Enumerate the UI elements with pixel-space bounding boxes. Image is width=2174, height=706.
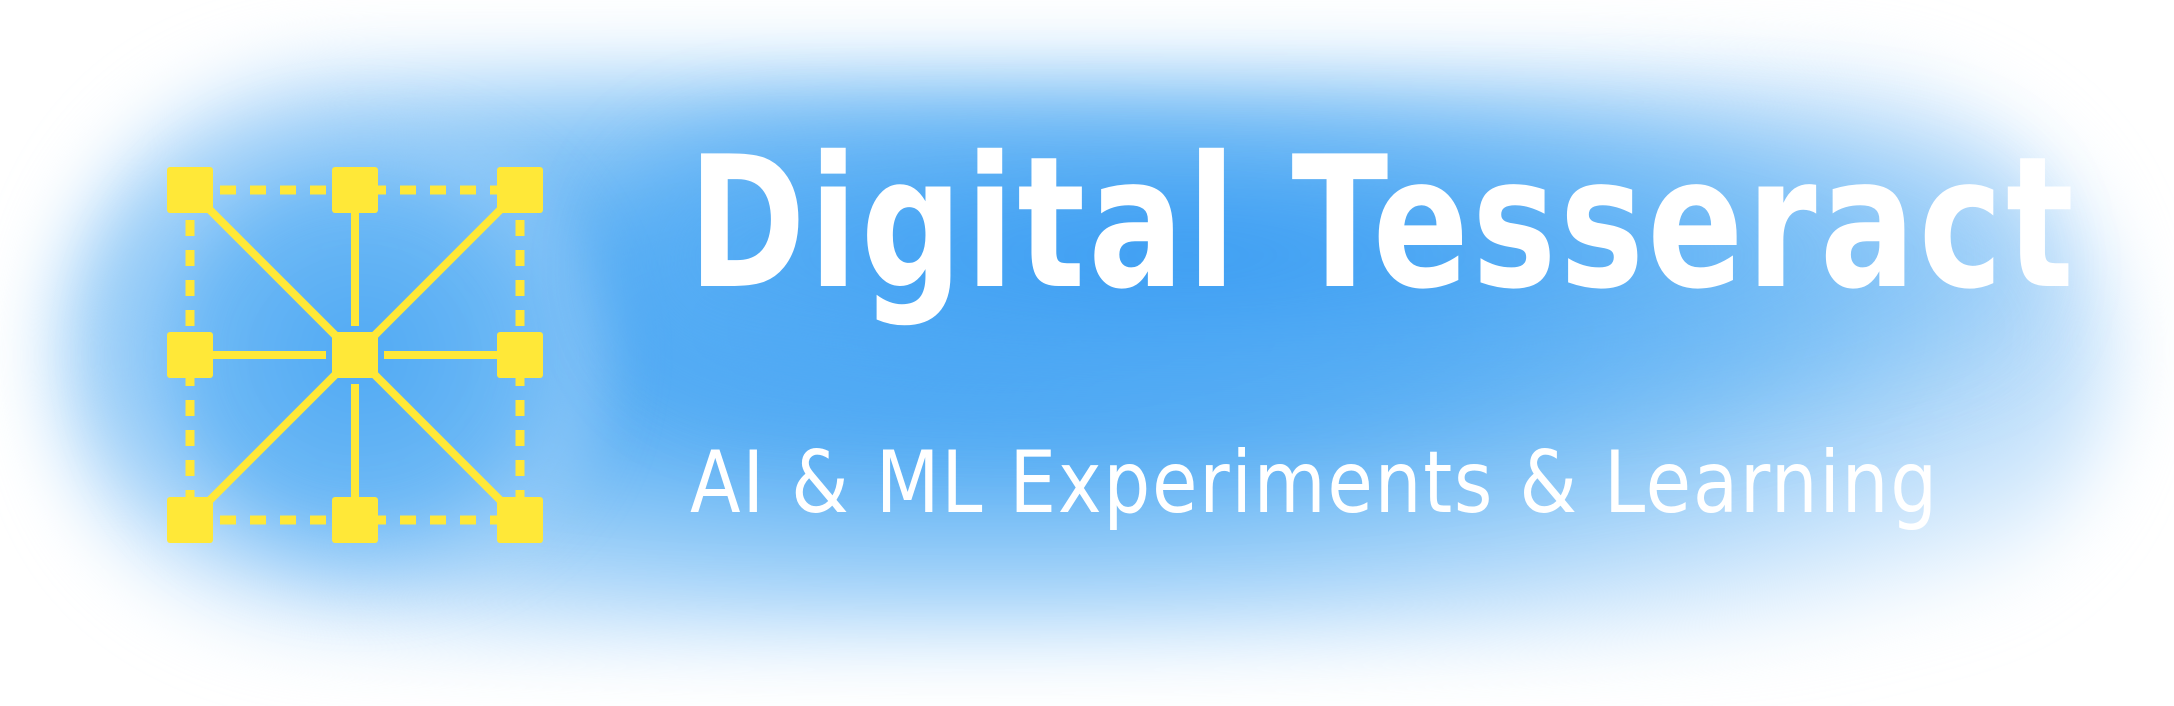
brand-title: Digital Tesseract — [688, 117, 2077, 329]
brand-tagline: AI & ML Experiments & Learning — [690, 433, 1939, 533]
brand-banner: Digital Tesseract AI & ML Experiments & … — [0, 0, 2174, 706]
tesseract-grid-icon — [167, 167, 543, 543]
